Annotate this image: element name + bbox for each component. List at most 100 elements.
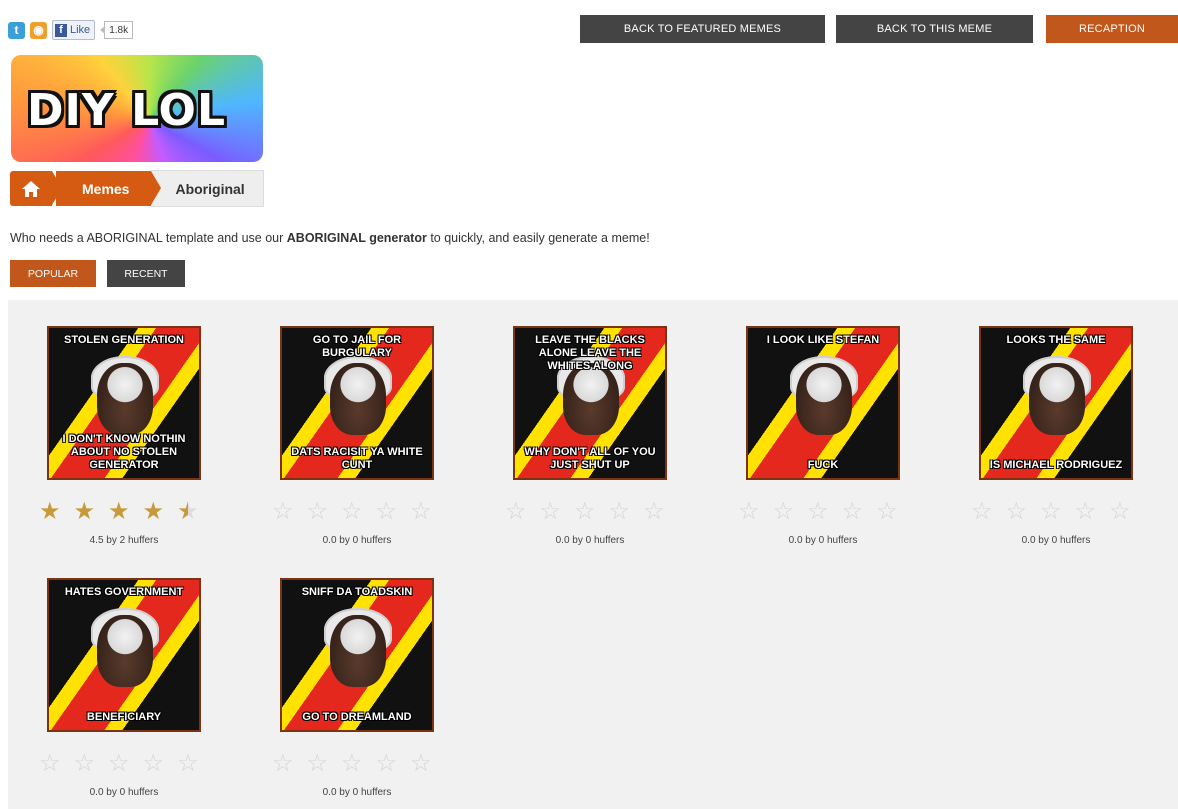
- meme-thumbnail[interactable]: HATES GOVERNMENT BENEFICIARY: [47, 578, 201, 732]
- star-rating[interactable]: ★ ★ ★ ★ ★: [39, 500, 199, 524]
- meme-face: [330, 363, 386, 435]
- meme-face: [796, 363, 852, 435]
- logo-text: DIY LOL: [27, 85, 226, 136]
- star-icon[interactable]: ☆: [807, 500, 829, 524]
- like-label: Like: [70, 24, 91, 36]
- rating-text: 0.0 by 0 huffers: [555, 535, 625, 546]
- star-icon[interactable]: ☆: [876, 500, 898, 524]
- meme-bottom-caption: WHY DON'T ALL OF YOU JUST SHUT UP: [524, 446, 656, 471]
- star-icon[interactable]: ☆: [376, 500, 398, 524]
- star-icon[interactable]: ☆: [410, 752, 432, 776]
- popular-tab[interactable]: POPULAR: [10, 260, 96, 287]
- meme-thumbnail[interactable]: I LOOK LIKE STEFAN FUCK: [746, 326, 900, 480]
- meme-bottom-caption: FUCK: [807, 459, 839, 471]
- rating-text: 4.5 by 2 huffers: [89, 535, 159, 546]
- page-description: Who needs a ABORIGINAL template and use …: [10, 231, 650, 245]
- star-icon[interactable]: ★: [143, 500, 165, 524]
- meme-face: [330, 615, 386, 687]
- meme-top-caption: STOLEN GENERATION: [64, 334, 184, 346]
- generator-link[interactable]: ABORIGINAL generator: [287, 231, 427, 245]
- meme-bottom-caption: BENEFICIARY: [86, 711, 162, 723]
- star-icon[interactable]: ★: [108, 500, 130, 524]
- rating-text: 0.0 by 0 huffers: [322, 535, 392, 546]
- meme-bottom-caption: DATS RACISIT YA WHITE CUNT: [291, 446, 423, 471]
- star-rating[interactable]: ☆ ☆ ☆ ☆ ☆: [971, 500, 1131, 524]
- meme-bottom-caption: GO TO DREAMLAND: [302, 711, 412, 723]
- description-text-end: to quickly, and easily generate a meme!: [426, 231, 650, 245]
- rating-text: 0.0 by 0 huffers: [322, 787, 392, 798]
- star-icon[interactable]: ☆: [307, 500, 329, 524]
- recaption-button[interactable]: RECAPTION: [1046, 15, 1178, 43]
- star-icon[interactable]: ☆: [738, 500, 760, 524]
- star-icon[interactable]: ★: [74, 500, 96, 524]
- breadcrumb-memes[interactable]: Memes: [56, 171, 162, 206]
- breadcrumb: Memes Aboriginal: [10, 170, 264, 207]
- star-icon[interactable]: ☆: [272, 752, 294, 776]
- star-icon[interactable]: ☆: [108, 752, 130, 776]
- back-to-this-meme-button[interactable]: BACK TO THIS MEME: [836, 15, 1033, 43]
- back-to-featured-button[interactable]: BACK TO FEATURED MEMES: [580, 15, 825, 43]
- like-count: 1.8k: [100, 21, 134, 39]
- star-icon[interactable]: ☆: [177, 752, 199, 776]
- star-rating[interactable]: ☆ ☆ ☆ ☆ ☆: [738, 500, 898, 524]
- star-icon[interactable]: ☆: [540, 500, 562, 524]
- star-rating[interactable]: ☆ ☆ ☆ ☆ ☆: [272, 752, 432, 776]
- star-icon[interactable]: ☆: [505, 500, 527, 524]
- meme-face: [97, 363, 153, 435]
- rating-text: 0.0 by 0 huffers: [788, 535, 858, 546]
- star-icon[interactable]: ☆: [773, 500, 795, 524]
- star-icon[interactable]: ☆: [143, 752, 165, 776]
- meme-thumbnail[interactable]: LEAVE THE BLACKS ALONE LEAVE THE WHITES …: [513, 326, 667, 480]
- meme-top-caption: GO TO JAIL FOR BURGULARY: [312, 334, 402, 359]
- star-icon[interactable]: ☆: [307, 752, 329, 776]
- star-icon[interactable]: ☆: [341, 500, 363, 524]
- description-text: Who needs a ABORIGINAL template and use …: [10, 231, 287, 245]
- meme-face: [97, 615, 153, 687]
- meme-top-caption: LEAVE THE BLACKS ALONE LEAVE THE WHITES …: [535, 334, 645, 372]
- recent-tab[interactable]: RECENT: [107, 260, 185, 287]
- meme-top-caption: I LOOK LIKE STEFAN: [766, 334, 880, 346]
- home-icon: [22, 180, 40, 197]
- meme-grid: STOLEN GENERATION I DON'T KNOW NOTHIN ABO…: [8, 300, 1178, 809]
- star-icon[interactable]: ☆: [1109, 500, 1131, 524]
- breadcrumb-current: Aboriginal: [151, 170, 264, 207]
- social-bar: t ◉ f Like 1.8k: [8, 20, 134, 40]
- rating-text: 0.0 by 0 huffers: [89, 787, 159, 798]
- breadcrumb-home[interactable]: [10, 171, 62, 206]
- meme-face: [563, 363, 619, 435]
- meme-thumbnail[interactable]: SNIFF DA TOADSKIN GO TO DREAMLAND: [280, 578, 434, 732]
- meme-top-caption: SNIFF DA TOADSKIN: [301, 586, 413, 598]
- star-rating[interactable]: ☆ ☆ ☆ ☆ ☆: [39, 752, 199, 776]
- meme-bottom-caption: IS MICHAEL RODRIGUEZ: [989, 459, 1123, 471]
- star-rating[interactable]: ☆ ☆ ☆ ☆ ☆: [272, 500, 432, 524]
- meme-thumbnail[interactable]: GO TO JAIL FOR BURGULARY DATS RACISIT YA …: [280, 326, 434, 480]
- twitter-icon[interactable]: t: [8, 21, 25, 39]
- star-icon[interactable]: ☆: [609, 500, 631, 524]
- star-icon[interactable]: ☆: [574, 500, 596, 524]
- star-icon[interactable]: ☆: [410, 500, 432, 524]
- meme-thumbnail[interactable]: LOOKS THE SAME IS MICHAEL RODRIGUEZ: [979, 326, 1133, 480]
- star-icon[interactable]: ☆: [643, 500, 665, 524]
- star-icon[interactable]: ☆: [971, 500, 993, 524]
- star-icon[interactable]: ☆: [39, 752, 61, 776]
- meme-bottom-caption: I DON'T KNOW NOTHIN ABOUT NO STOLEN GENE…: [62, 433, 186, 471]
- star-icon[interactable]: ☆: [842, 500, 864, 524]
- star-icon[interactable]: ☆: [376, 752, 398, 776]
- star-icon[interactable]: ☆: [272, 500, 294, 524]
- star-icon[interactable]: ☆: [74, 752, 96, 776]
- meme-top-caption: HATES GOVERNMENT: [64, 586, 184, 598]
- star-rating[interactable]: ☆ ☆ ☆ ☆ ☆: [505, 500, 665, 524]
- meme-face: [1029, 363, 1085, 435]
- rating-text: 0.0 by 0 huffers: [1021, 535, 1091, 546]
- facebook-icon: f: [55, 23, 67, 37]
- meme-thumbnail[interactable]: STOLEN GENERATION I DON'T KNOW NOTHIN ABO…: [47, 326, 201, 480]
- star-icon[interactable]: ☆: [1075, 500, 1097, 524]
- star-icon[interactable]: ★: [177, 500, 199, 524]
- star-icon[interactable]: ☆: [1040, 500, 1062, 524]
- star-icon[interactable]: ☆: [1006, 500, 1028, 524]
- star-icon[interactable]: ☆: [341, 752, 363, 776]
- star-icon[interactable]: ★: [39, 500, 61, 524]
- rss-icon[interactable]: ◉: [30, 21, 47, 39]
- site-logo[interactable]: DIY LOL: [11, 55, 263, 162]
- facebook-like-button[interactable]: f Like: [52, 20, 96, 40]
